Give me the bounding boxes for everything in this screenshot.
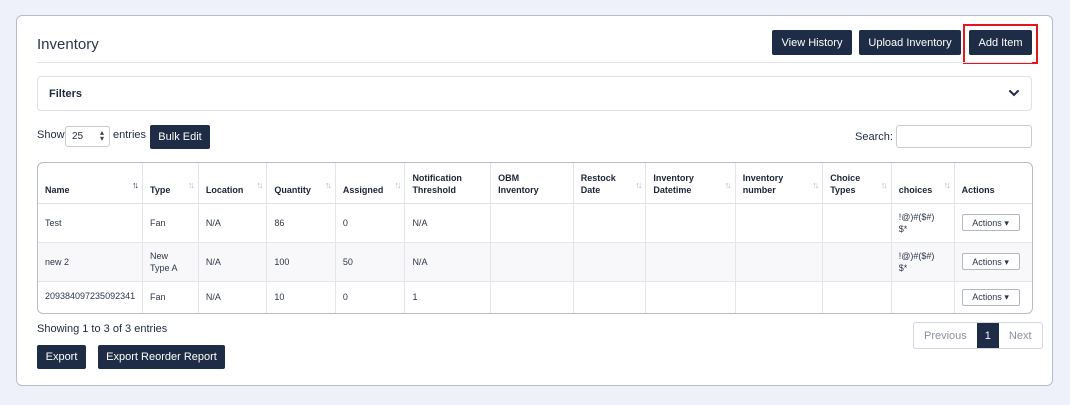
cell-location: N/A xyxy=(198,281,268,313)
cell-datetime xyxy=(645,281,736,313)
col-name[interactable]: Name ↑↓ xyxy=(38,163,143,204)
cell-actions: Actions ▾ xyxy=(954,242,1032,282)
cell-name: Test xyxy=(38,203,143,243)
col-type[interactable]: Type ↑↓ xyxy=(142,163,199,204)
sort-icon: ↑↓ xyxy=(635,179,642,190)
col-notification-threshold[interactable]: Notification Threshold xyxy=(404,163,492,204)
cell-actions: Actions ▾ xyxy=(954,281,1032,313)
export-button[interactable]: Export xyxy=(37,345,86,369)
cell-datetime xyxy=(645,203,736,243)
cell-type: Fan xyxy=(142,203,199,243)
showing-entries-text: Showing 1 to 3 of 3 entries xyxy=(37,323,168,335)
cell-name: 209384097235092341 xyxy=(38,281,143,313)
cell-number xyxy=(735,242,824,282)
search-label: Search: xyxy=(855,131,893,143)
sort-icon: ↑↓ xyxy=(324,179,332,190)
cell-assigned: 0 xyxy=(335,281,406,313)
cell-obm xyxy=(490,203,574,243)
col-restock-date[interactable]: Restock Date ↑↓ xyxy=(573,163,647,204)
col-quantity[interactable]: Quantity ↑↓ xyxy=(266,163,336,204)
sort-icon: ↑↓ xyxy=(943,179,951,190)
col-assigned[interactable]: Assigned ↑↓ xyxy=(335,163,406,204)
table-row: 209384097235092341 Fan N/A 10 0 1 Action… xyxy=(38,281,1032,313)
chevron-down-icon[interactable] xyxy=(1007,86,1021,100)
pagination-page-1[interactable]: 1 xyxy=(976,323,999,348)
actions-dropdown-button[interactable]: Actions ▾ xyxy=(961,214,1020,231)
page-title: Inventory xyxy=(37,36,99,53)
pagination-next[interactable]: Next xyxy=(999,323,1042,348)
cell-quantity: 86 xyxy=(266,203,336,243)
cell-threshold: N/A xyxy=(404,242,492,282)
sort-icon: ↑↓ xyxy=(394,179,401,190)
inventory-table: Name ↑↓ Type ↑↓ Location ↑↓ Quantity ↑↓ Assi… xyxy=(37,162,1033,314)
sort-desc-icon: ↑↓ xyxy=(132,179,139,190)
cell-restock xyxy=(573,281,647,313)
cell-restock xyxy=(573,203,647,243)
cell-quantity: 10 xyxy=(266,281,336,313)
cell-assigned: 0 xyxy=(335,203,406,243)
cell-number xyxy=(735,203,824,243)
table-row: Test Fan N/A 86 0 N/A !@)#($#)$* Actions… xyxy=(38,203,1032,243)
sort-icon: ↑↓ xyxy=(256,179,263,190)
cell-choices: !@)#($#)$* xyxy=(891,203,955,243)
cell-quantity: 100 xyxy=(266,242,336,282)
cell-location: N/A xyxy=(198,242,268,282)
show-label: Show xyxy=(37,129,65,141)
highlight-box xyxy=(963,24,1038,64)
cell-obm xyxy=(490,242,574,282)
header-divider xyxy=(37,62,1032,63)
cell-choices: !@)#($#)$* xyxy=(891,242,955,282)
cell-name: new 2 xyxy=(38,242,143,282)
entries-select[interactable]: 25 ▴ ▾ xyxy=(65,126,110,147)
upload-inventory-button[interactable]: Upload Inventory xyxy=(859,30,961,55)
col-actions: Actions xyxy=(954,163,1032,204)
cell-obm xyxy=(490,281,574,313)
col-inventory-datetime[interactable]: Inventory Datetime ↑↓ xyxy=(645,163,736,204)
sort-icon: ↑↓ xyxy=(812,179,819,190)
entries-value: 25 xyxy=(72,131,84,142)
col-inventory-number[interactable]: Inventory number ↑↓ xyxy=(735,163,824,204)
sort-icon: ↑↓ xyxy=(187,179,195,190)
export-reorder-report-button[interactable]: Export Reorder Report xyxy=(98,345,225,369)
cell-type: Fan xyxy=(142,281,199,313)
entries-label: entries xyxy=(113,129,147,141)
cell-choice-types xyxy=(822,203,892,243)
cell-number xyxy=(735,281,824,313)
pagination-previous[interactable]: Previous xyxy=(914,323,977,348)
filters-label: Filters xyxy=(49,88,83,100)
sort-icon: ↑↓ xyxy=(724,179,732,190)
table-row: new 2 New Type A N/A 100 50 N/A !@)#($#)… xyxy=(38,242,1032,282)
cell-actions: Actions ▾ xyxy=(954,203,1032,243)
cell-threshold: N/A xyxy=(404,203,492,243)
actions-dropdown-button[interactable]: Actions ▾ xyxy=(961,253,1020,270)
bulk-edit-button[interactable]: Bulk Edit xyxy=(150,125,210,149)
col-location[interactable]: Location ↑↓ xyxy=(198,163,268,204)
cell-type: New Type A xyxy=(142,242,199,282)
inventory-card: Inventory View History Upload Inventory … xyxy=(16,15,1053,386)
cell-assigned: 50 xyxy=(335,242,406,282)
cell-location: N/A xyxy=(198,203,268,243)
cell-choice-types xyxy=(822,242,892,282)
col-obm-inventory[interactable]: OBM Inventory xyxy=(490,163,574,204)
col-choice-types[interactable]: Choice Types ↑↓ xyxy=(822,163,892,204)
cell-threshold: 1 xyxy=(404,281,492,313)
table-header-row: Name ↑↓ Type ↑↓ Location ↑↓ Quantity ↑↓ Assi… xyxy=(38,163,1032,204)
cell-datetime xyxy=(645,242,736,282)
cell-choices xyxy=(891,281,955,313)
col-choices[interactable]: choices ↑↓ xyxy=(891,163,955,204)
cell-restock xyxy=(573,242,647,282)
filters-panel[interactable]: Filters xyxy=(37,76,1032,111)
actions-dropdown-button[interactable]: Actions ▾ xyxy=(961,288,1020,306)
cell-choice-types xyxy=(822,281,892,313)
select-caret-icon: ▴ ▾ xyxy=(99,128,104,143)
pagination: Previous 1 Next xyxy=(913,322,1043,349)
view-history-button[interactable]: View History xyxy=(772,30,852,55)
sort-icon: ↑↓ xyxy=(880,179,888,190)
search-input[interactable] xyxy=(896,125,1032,148)
